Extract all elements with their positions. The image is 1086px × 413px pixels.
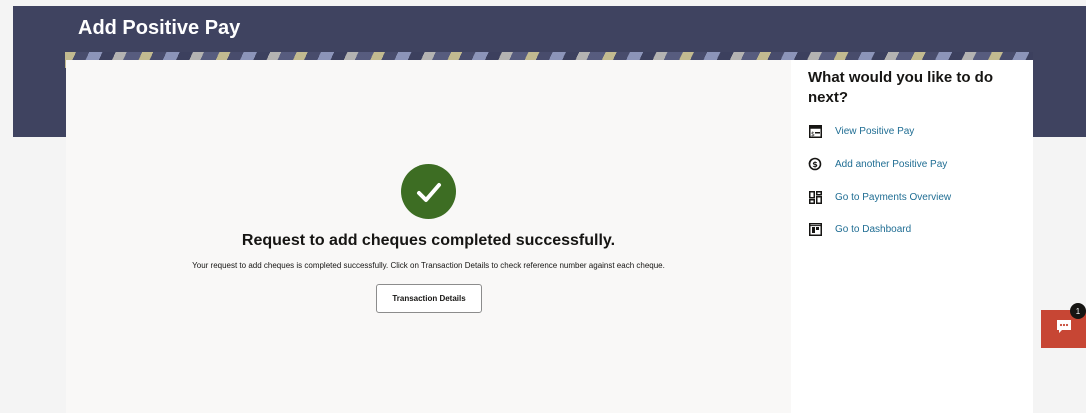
dashboard-icon	[808, 222, 822, 236]
go-to-payments-overview-link[interactable]: Go to Payments Overview	[808, 189, 951, 205]
link-label: View Positive Pay	[835, 125, 915, 137]
overview-grid-icon	[808, 190, 822, 204]
add-another-positive-pay-link[interactable]: $ Add another Positive Pay	[808, 156, 947, 172]
transaction-details-button[interactable]: Transaction Details	[376, 284, 482, 313]
success-title: Request to add cheques completed success…	[241, 232, 616, 249]
link-label: Go to Dashboard	[835, 223, 912, 235]
svg-text:$: $	[812, 160, 818, 169]
chat-icon	[1056, 319, 1072, 339]
notification-badge: 1	[1070, 303, 1086, 319]
cheque-icon: $	[808, 124, 822, 138]
check-circle-icon	[401, 164, 456, 219]
svg-text:$: $	[811, 131, 815, 138]
page-title: Add Positive Pay	[78, 17, 241, 39]
link-label: Go to Payments Overview	[835, 191, 952, 203]
link-label: Add another Positive Pay	[835, 158, 948, 170]
go-to-dashboard-link[interactable]: Go to Dashboard	[808, 221, 911, 237]
view-positive-pay-link[interactable]: $ View Positive Pay	[808, 123, 914, 139]
next-steps-heading: What would you like to do next?	[808, 69, 993, 106]
success-message: Your request to add cheques is completed…	[192, 261, 665, 270]
dollar-circle-icon: $	[808, 157, 822, 171]
